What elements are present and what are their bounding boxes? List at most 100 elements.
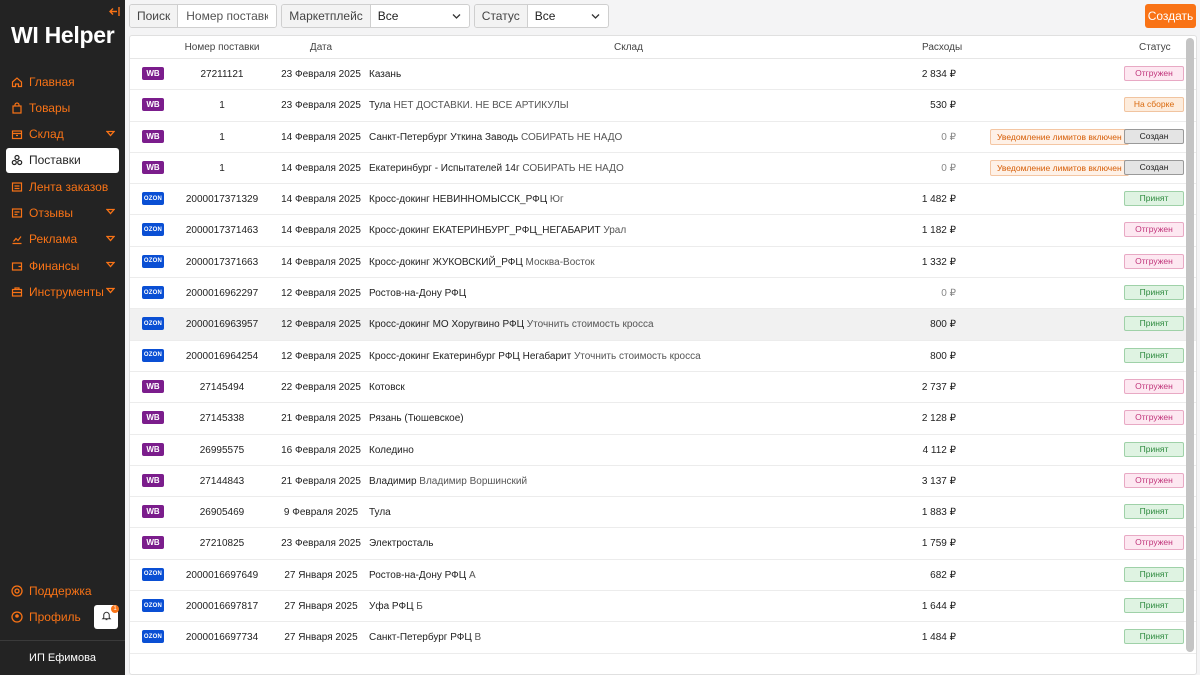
table-row[interactable]: OZON 2000017371329 14 Февраля 2025 Кросс-до… bbox=[130, 184, 1196, 216]
sidebar-item-2[interactable]: Склад bbox=[6, 122, 119, 147]
sidebar-item-label: Склад bbox=[29, 127, 64, 142]
supply-cost: 0 ₽ bbox=[941, 131, 956, 143]
table-row[interactable]: OZON 2000017371663 14 Февраля 2025 Кросс-до… bbox=[130, 247, 1196, 279]
sidebar-item-5[interactable]: Отзывы bbox=[6, 200, 119, 225]
lifebuoy-icon bbox=[11, 585, 23, 597]
table-row[interactable]: WB 26995575 16 Февраля 2025 Коледино 4 112 ₽… bbox=[130, 435, 1196, 466]
header-date[interactable]: Дата bbox=[276, 42, 366, 53]
table-row[interactable]: WB 27210825 23 Февраля 2025 Электросталь 1 7… bbox=[130, 528, 1196, 560]
status-badge[interactable]: Принят bbox=[1124, 316, 1184, 332]
supply-date: 14 Февраля 2025 bbox=[281, 194, 361, 206]
table-row[interactable]: WB 26905469 9 Февраля 2025 Тула 1 883 ₽ Приня… bbox=[130, 497, 1196, 529]
header-number[interactable]: Номер поставки bbox=[170, 42, 274, 53]
message-icon bbox=[11, 207, 23, 219]
status-badge[interactable]: Принят bbox=[1124, 347, 1184, 363]
supply-date: 23 Февраля 2025 bbox=[281, 538, 361, 550]
status-label: Статус bbox=[474, 5, 528, 27]
status-badge[interactable]: Принят bbox=[1124, 598, 1184, 614]
status-badge[interactable]: Создан bbox=[1124, 128, 1184, 144]
supply-cost: 1 759 ₽ bbox=[921, 538, 956, 550]
bag-icon bbox=[11, 102, 23, 114]
supply-date: 23 Февраля 2025 bbox=[281, 100, 361, 112]
table-row[interactable]: OZON 2000016697817 27 Января 2025 Уфа РФЦ Б… bbox=[130, 591, 1196, 623]
sidebar-item-1[interactable]: Товары bbox=[6, 95, 119, 120]
status-group: Статус Все bbox=[473, 4, 609, 28]
table-row[interactable]: WB 1 23 Февраля 2025 Тула НЕТ ДОСТАВКИ. НЕ … bbox=[130, 90, 1196, 122]
marketplace-badge-ozon: OZON bbox=[142, 317, 164, 331]
table-row[interactable]: OZON 2000016964254 12 Февраля 2025 Кросс-до… bbox=[130, 341, 1196, 372]
status-badge[interactable]: Принят bbox=[1124, 191, 1184, 207]
sidebar-item-label: Поставки bbox=[29, 153, 81, 168]
sidebar-item-8[interactable]: Инструменты bbox=[6, 279, 119, 304]
table-row[interactable]: WB 27145494 22 Февраля 2025 Котовск 2 737 ₽ О… bbox=[130, 372, 1196, 404]
status-badge[interactable]: Отгружен bbox=[1124, 66, 1184, 81]
marketplace-select[interactable]: Все bbox=[371, 5, 469, 27]
supply-number: 27145338 bbox=[199, 413, 245, 425]
status-badge[interactable]: Создан bbox=[1124, 159, 1184, 175]
table-row[interactable]: WB 1 14 Февраля 2025 Санкт-Петербург Уткина… bbox=[130, 122, 1196, 153]
notifications-button[interactable]: 1 bbox=[94, 605, 119, 629]
header-status[interactable]: Статус bbox=[1139, 42, 1171, 53]
warehouse-note: Уточнить стоимость кросса bbox=[526, 319, 654, 331]
filter-bar: Поиск Маркетплейс Все Статус Все bbox=[129, 4, 613, 28]
status-badge[interactable]: Отгружен bbox=[1124, 253, 1184, 269]
table-row[interactable]: OZON 2000016962297 12 Февраля 2025 Ростов-н… bbox=[130, 278, 1196, 310]
sidebar-item-6[interactable]: Реклама bbox=[6, 227, 119, 252]
chevron-down-icon bbox=[106, 130, 115, 137]
warehouse-name: Ростов-на-Дону РФЦ bbox=[369, 569, 467, 581]
warehouse-name: Тула bbox=[369, 507, 391, 519]
wallet-icon bbox=[11, 260, 23, 272]
status-badge[interactable]: Принят bbox=[1124, 504, 1184, 520]
table-row[interactable]: WB 27144843 21 Февраля 2025 Владимир Владим… bbox=[130, 466, 1196, 498]
sidebar-item-support[interactable]: Поддержка bbox=[6, 578, 119, 604]
status-badge[interactable]: На сборке bbox=[1124, 97, 1184, 113]
header-warehouse[interactable]: Склад bbox=[614, 42, 643, 53]
supply-cost: 3 137 ₽ bbox=[921, 475, 956, 487]
tools-icon bbox=[11, 286, 23, 298]
supply-cost: 0 ₽ bbox=[941, 288, 956, 300]
warehouse-name: Владимир bbox=[369, 475, 417, 487]
status-badge[interactable]: Отгружен bbox=[1124, 535, 1184, 551]
status-badge[interactable]: Отгружен bbox=[1124, 222, 1184, 238]
supply-number: 27145494 bbox=[199, 381, 245, 393]
marketplace-badge-wb: WB bbox=[142, 442, 164, 456]
status-badge[interactable]: Принят bbox=[1124, 566, 1184, 582]
status-value: Все bbox=[534, 9, 556, 23]
marketplace-badge-ozon: OZON bbox=[142, 192, 164, 206]
warehouse-note: Урал bbox=[603, 225, 627, 237]
status-badge[interactable]: Принят bbox=[1124, 285, 1184, 301]
sidebar-item-3[interactable]: Поставки bbox=[6, 147, 119, 173]
table-row[interactable]: WB 27211121 23 Февраля 2025 Казань 2 834 ₽ От… bbox=[130, 59, 1196, 91]
collapse-sidebar-icon[interactable] bbox=[109, 5, 120, 20]
table-row[interactable]: WB 27145338 21 Февраля 2025 Рязань (Тюшевск… bbox=[130, 403, 1196, 435]
table-row[interactable]: OZON 2000016697649 27 Января 2025 Ростов-на… bbox=[130, 560, 1196, 592]
table-row[interactable]: WB 1 14 Февраля 2025 Екатеринбург - Испытат… bbox=[130, 153, 1196, 185]
app-logo[interactable]: WI Helper bbox=[11, 22, 115, 49]
marketplace-value: Все bbox=[377, 9, 399, 23]
status-badge[interactable]: Принят bbox=[1124, 629, 1184, 645]
warehouse-name: Кросс-докинг ЕКАТЕРИНБУРГ_РФЦ_НЕГАБАРИТ bbox=[369, 225, 601, 237]
table-row[interactable]: OZON 2000016963957 12 Февраля 2025 Кросс-до… bbox=[130, 309, 1196, 341]
box-icon bbox=[11, 128, 23, 140]
organization-name[interactable]: ИП Ефимова bbox=[0, 652, 125, 664]
header-cost[interactable]: Расходы bbox=[922, 42, 962, 53]
table-row[interactable]: OZON 2000016697734 27 Января 2025 Санкт-Пет… bbox=[130, 622, 1196, 654]
search-input[interactable] bbox=[178, 5, 277, 27]
create-button[interactable]: Создать bbox=[1145, 4, 1196, 28]
sidebar-item-0[interactable]: Главная bbox=[6, 69, 119, 94]
status-badge[interactable]: Отгружен bbox=[1124, 410, 1184, 426]
table-row[interactable]: OZON 2000017371463 14 Февраля 2025 Кросс-до… bbox=[130, 215, 1196, 247]
supply-date: 16 Февраля 2025 bbox=[281, 444, 361, 456]
status-badge[interactable]: Отгружен bbox=[1124, 472, 1184, 488]
table-scrollbar[interactable] bbox=[1186, 38, 1194, 652]
status-badge[interactable]: Принят bbox=[1124, 441, 1184, 457]
search-label: Поиск bbox=[130, 5, 179, 27]
warehouse-name: Санкт-Петербург Уткина Заводь bbox=[369, 131, 519, 143]
warehouse-note: Москва-Восток bbox=[525, 256, 595, 268]
sidebar-item-7[interactable]: Финансы bbox=[6, 253, 119, 278]
sidebar-item-4[interactable]: Лента заказов bbox=[6, 174, 119, 199]
limit-notice-badge: Уведомление лимитов включен bbox=[990, 128, 1129, 145]
status-select[interactable]: Все bbox=[528, 5, 608, 27]
status-badge[interactable]: Отгружен bbox=[1124, 378, 1184, 394]
warehouse-name: Коледино bbox=[369, 444, 414, 456]
